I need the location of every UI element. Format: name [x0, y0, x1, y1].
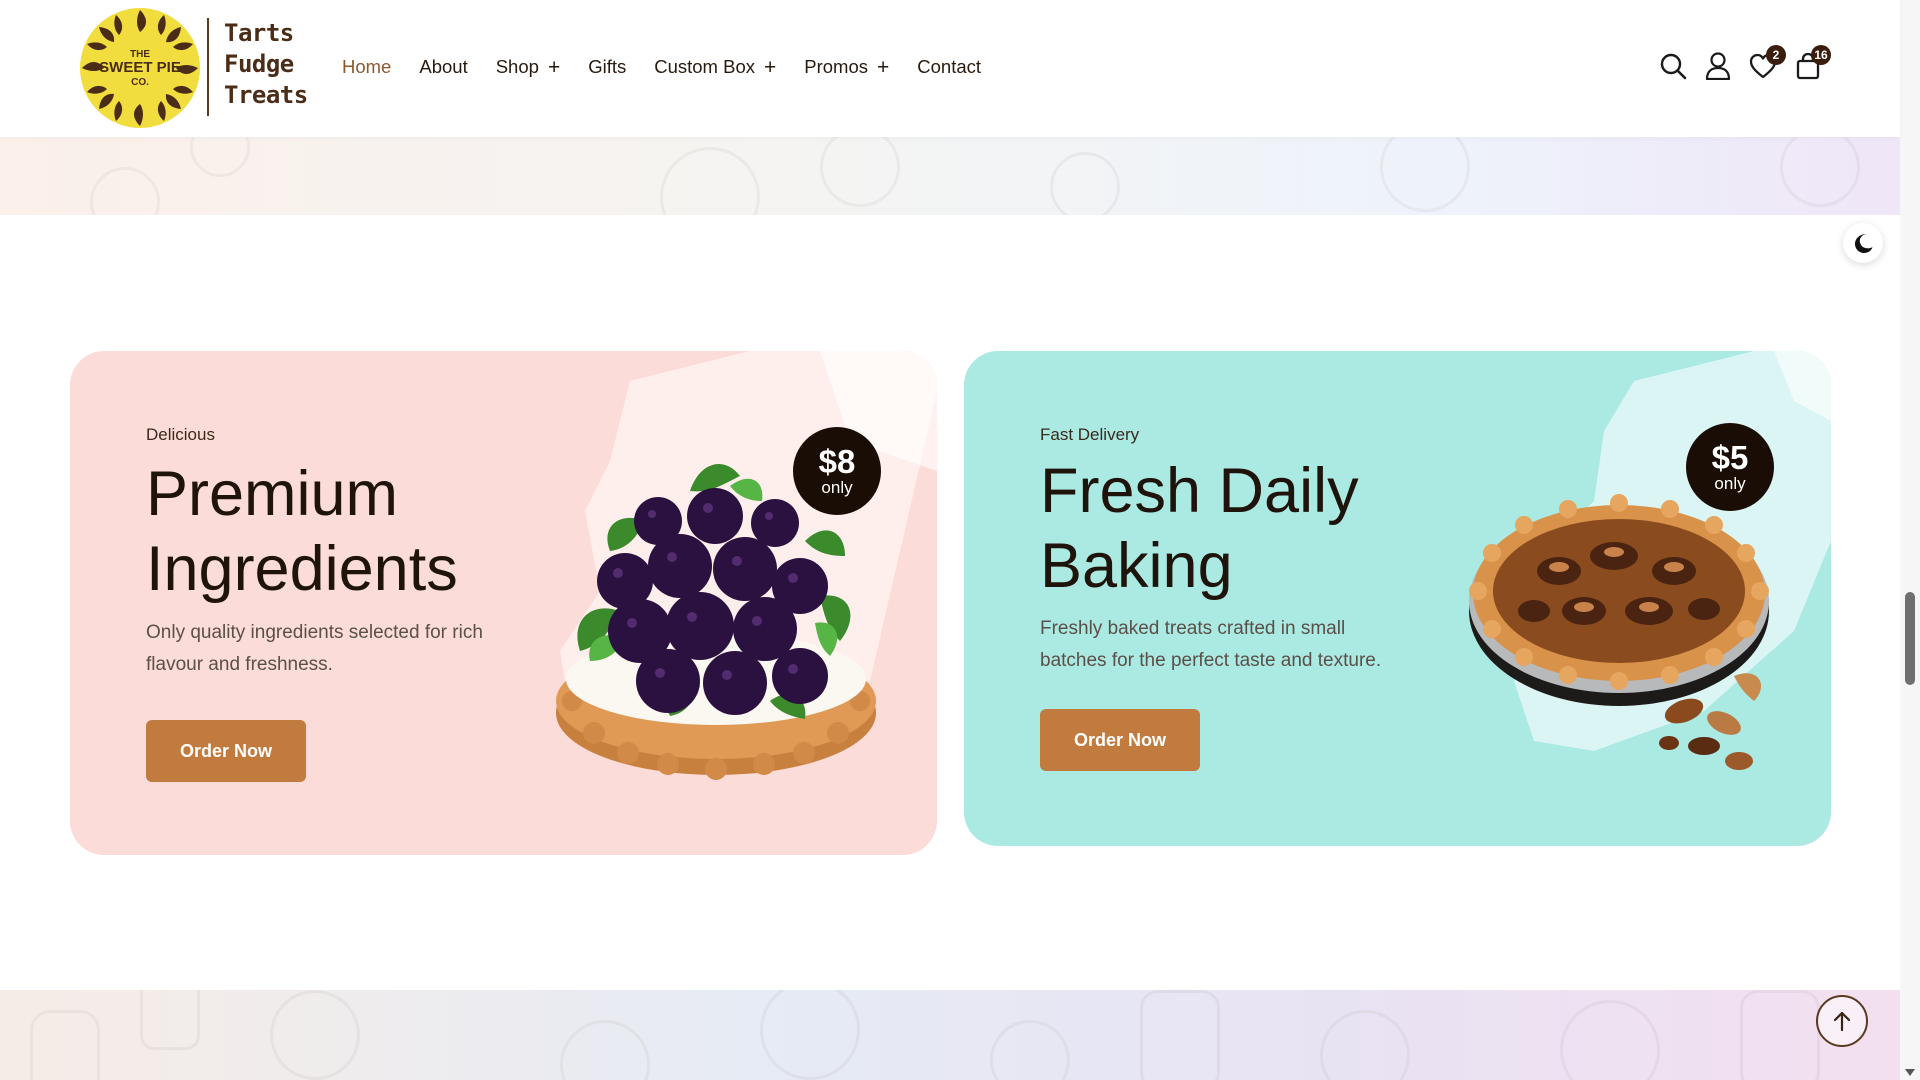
wishlist-count-badge: 2 — [1766, 45, 1786, 65]
doodle-donut-icon — [760, 990, 860, 1080]
doodle-cupcake-icon — [30, 1010, 100, 1080]
nav-item-promos[interactable]: Promos + — [804, 56, 889, 78]
promo-card-premium-ingredients: Delicious Premium Ingredients Only quali… — [70, 351, 937, 855]
account-button[interactable] — [1702, 50, 1734, 82]
brand-tagline: Tarts Fudge Treats — [224, 18, 334, 111]
order-now-button[interactable]: Order Now — [1040, 709, 1200, 771]
order-now-button[interactable]: Order Now — [146, 720, 306, 782]
doodle-cookie-icon — [990, 1020, 1070, 1080]
doodle-cookie-icon — [1560, 1000, 1660, 1080]
nav-item-label: Home — [342, 56, 392, 77]
card-description: Freshly baked treats crafted in small ba… — [1040, 613, 1440, 677]
cart-count-badge: 16 — [1811, 45, 1831, 65]
nav-item-label: About — [419, 56, 468, 77]
card-title-line-2: Baking — [1040, 531, 1233, 601]
card-title-line-2: Ingredients — [146, 534, 458, 604]
nav-item-about[interactable]: About — [419, 56, 467, 78]
card-eyebrow: Fast Delivery — [1040, 425, 1140, 444]
nav-item-label: Promos — [804, 56, 869, 77]
user-icon — [1705, 52, 1731, 80]
nav-item-label: Shop — [495, 56, 539, 77]
card-title: Fresh Daily Baking — [1040, 454, 1480, 604]
tagline-line-3: Treats — [224, 81, 308, 109]
promo-card-fresh-daily-baking: Fast Delivery Fresh Daily Baking Freshly… — [964, 351, 1831, 846]
price-badge: $8 only — [793, 427, 881, 515]
card-description-line-2: batches for the perfect taste and textur… — [1040, 650, 1382, 671]
logo-text-co: CO. — [131, 77, 149, 88]
search-button[interactable] — [1657, 50, 1689, 82]
card-description: Only quality ingredients selected for ri… — [146, 617, 546, 681]
nav-item-home[interactable]: Home — [342, 56, 391, 78]
nav-item-shop[interactable]: Shop + — [496, 56, 560, 78]
card-title: Premium Ingredients — [146, 457, 566, 607]
nav-item-gifts[interactable]: Gifts — [588, 56, 626, 78]
card-title-line-1: Premium — [146, 459, 399, 529]
scroll-down-arrow-icon[interactable] — [1905, 1069, 1915, 1076]
card-description-line-2: flavour and freshness. — [146, 654, 333, 675]
header-actions: 2 16 — [1657, 45, 1837, 82]
decorative-pattern-band-top — [0, 137, 1900, 215]
arrow-up-icon — [1833, 1011, 1851, 1032]
doodle-donut-icon — [1050, 152, 1120, 215]
logo-divider — [207, 18, 209, 116]
site-header: THE SWEET PIE CO. Tarts Fudge Treats Hom… — [0, 0, 1900, 137]
nav-item-label: Contact — [917, 56, 982, 77]
decorative-pattern-band-bottom — [0, 990, 1900, 1080]
doodle-donut-icon — [1320, 1010, 1410, 1080]
card-eyebrow: Delicious — [146, 425, 215, 444]
price-amount: $8 — [818, 443, 856, 480]
tagline-line-1: Tarts — [224, 19, 294, 47]
cart-button[interactable]: 16 — [1792, 45, 1831, 82]
nav-item-label: Custom Box — [654, 56, 755, 77]
doodle-cupcake-icon — [820, 137, 900, 207]
search-icon — [1660, 53, 1687, 80]
nav-item-contact[interactable]: Contact — [917, 56, 981, 78]
plus-icon: + — [764, 55, 777, 79]
nav-item-label: Gifts — [588, 56, 627, 77]
card-description-line-1: Freshly baked treats crafted in small — [1040, 618, 1346, 639]
moon-icon — [1855, 234, 1873, 253]
doodle-cookie-icon — [90, 167, 160, 215]
doodle-cupcake-icon — [1740, 990, 1820, 1080]
doodle-cookie-icon — [660, 147, 760, 215]
wishlist-button[interactable]: 2 — [1747, 45, 1786, 82]
logo-text-sweet-pie: SWEET PIE — [99, 59, 181, 76]
price-amount: $5 — [1711, 439, 1749, 476]
dark-mode-toggle[interactable] — [1843, 223, 1883, 263]
price-badge: $5 only — [1686, 423, 1774, 511]
doodle-cookie-icon — [1380, 137, 1470, 212]
price-suffix: only — [1714, 474, 1746, 493]
card-title-line-1: Fresh Daily — [1040, 456, 1359, 526]
doodle-donut-icon — [190, 137, 250, 177]
doodle-cupcake-icon — [1780, 137, 1860, 207]
doodle-cupcake-icon — [140, 990, 200, 1050]
page-scrollbar[interactable] — [1900, 0, 1920, 1080]
plus-icon: + — [877, 55, 890, 79]
main-nav: Home About Shop + Gifts Custom Box + Promo… — [342, 52, 1009, 82]
scroll-to-top-button[interactable] — [1816, 995, 1868, 1047]
doodle-donut-icon — [270, 990, 360, 1080]
plus-icon: + — [547, 55, 561, 79]
doodle-cookie-icon — [560, 1020, 650, 1080]
scrollbar-thumb[interactable] — [1905, 592, 1915, 685]
price-suffix: only — [821, 478, 853, 497]
brand-logo[interactable]: THE SWEET PIE CO. — [78, 6, 202, 130]
card-description-line-1: Only quality ingredients selected for ri… — [146, 622, 483, 643]
nav-item-custom-box[interactable]: Custom Box + — [654, 56, 776, 78]
doodle-cupcake-icon — [1140, 990, 1220, 1080]
tagline-line-2: Fudge — [224, 50, 294, 78]
